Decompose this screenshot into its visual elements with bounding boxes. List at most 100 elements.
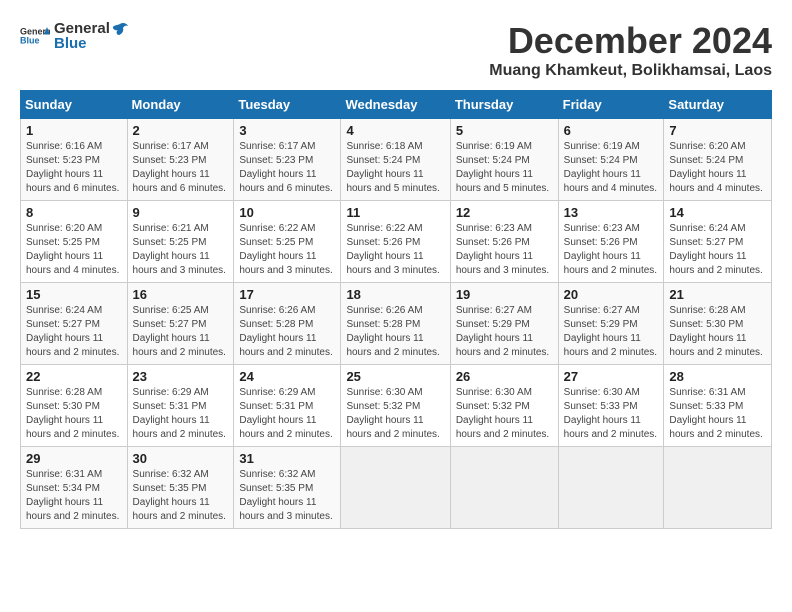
calendar-day-cell: 3 Sunrise: 6:17 AM Sunset: 5:23 PM Dayli… — [234, 119, 341, 201]
calendar-day-cell: 27 Sunrise: 6:30 AM Sunset: 5:33 PM Dayl… — [558, 365, 664, 447]
day-number: 31 — [239, 451, 335, 466]
logo-blue: Blue — [54, 35, 130, 52]
calendar-day-cell — [558, 447, 664, 529]
calendar-day-cell: 18 Sunrise: 6:26 AM Sunset: 5:28 PM Dayl… — [341, 283, 450, 365]
day-number: 23 — [133, 369, 229, 384]
calendar-day-cell: 23 Sunrise: 6:29 AM Sunset: 5:31 PM Dayl… — [127, 365, 234, 447]
day-number: 21 — [669, 287, 766, 302]
calendar-day-cell: 12 Sunrise: 6:23 AM Sunset: 5:26 PM Dayl… — [450, 201, 558, 283]
day-number: 8 — [26, 205, 122, 220]
calendar-week-row: 1 Sunrise: 6:16 AM Sunset: 5:23 PM Dayli… — [21, 119, 772, 201]
calendar-day-cell: 24 Sunrise: 6:29 AM Sunset: 5:31 PM Dayl… — [234, 365, 341, 447]
day-number: 3 — [239, 123, 335, 138]
calendar-day-cell: 28 Sunrise: 6:31 AM Sunset: 5:33 PM Dayl… — [664, 365, 772, 447]
day-info: Sunrise: 6:29 AM Sunset: 5:31 PM Dayligh… — [133, 386, 229, 442]
day-number: 27 — [564, 369, 659, 384]
day-info: Sunrise: 6:23 AM Sunset: 5:26 PM Dayligh… — [456, 222, 553, 278]
day-number: 16 — [133, 287, 229, 302]
header-tuesday: Tuesday — [234, 91, 341, 119]
calendar-day-cell: 14 Sunrise: 6:24 AM Sunset: 5:27 PM Dayl… — [664, 201, 772, 283]
day-info: Sunrise: 6:28 AM Sunset: 5:30 PM Dayligh… — [26, 386, 122, 442]
day-number: 15 — [26, 287, 122, 302]
calendar-day-cell: 15 Sunrise: 6:24 AM Sunset: 5:27 PM Dayl… — [21, 283, 128, 365]
calendar-day-cell: 29 Sunrise: 6:31 AM Sunset: 5:34 PM Dayl… — [21, 447, 128, 529]
day-number: 30 — [133, 451, 229, 466]
calendar-day-cell: 20 Sunrise: 6:27 AM Sunset: 5:29 PM Dayl… — [558, 283, 664, 365]
calendar-day-cell: 11 Sunrise: 6:22 AM Sunset: 5:26 PM Dayl… — [341, 201, 450, 283]
calendar-week-row: 8 Sunrise: 6:20 AM Sunset: 5:25 PM Dayli… — [21, 201, 772, 283]
day-number: 25 — [346, 369, 444, 384]
calendar-day-cell — [664, 447, 772, 529]
calendar-day-cell — [450, 447, 558, 529]
day-number: 11 — [346, 205, 444, 220]
day-number: 18 — [346, 287, 444, 302]
day-info: Sunrise: 6:19 AM Sunset: 5:24 PM Dayligh… — [564, 140, 659, 196]
day-info: Sunrise: 6:31 AM Sunset: 5:33 PM Dayligh… — [669, 386, 766, 442]
calendar-day-cell: 8 Sunrise: 6:20 AM Sunset: 5:25 PM Dayli… — [21, 201, 128, 283]
page-header: General Blue General Blue December 2024 … — [20, 20, 772, 80]
calendar-day-cell: 1 Sunrise: 6:16 AM Sunset: 5:23 PM Dayli… — [21, 119, 128, 201]
day-number: 14 — [669, 205, 766, 220]
header-saturday: Saturday — [664, 91, 772, 119]
day-number: 6 — [564, 123, 659, 138]
calendar-day-cell: 25 Sunrise: 6:30 AM Sunset: 5:32 PM Dayl… — [341, 365, 450, 447]
calendar-week-row: 15 Sunrise: 6:24 AM Sunset: 5:27 PM Dayl… — [21, 283, 772, 365]
calendar-day-cell: 19 Sunrise: 6:27 AM Sunset: 5:29 PM Dayl… — [450, 283, 558, 365]
logo: General Blue General Blue — [20, 20, 130, 52]
day-info: Sunrise: 6:22 AM Sunset: 5:25 PM Dayligh… — [239, 222, 335, 278]
day-number: 13 — [564, 205, 659, 220]
calendar-table: Sunday Monday Tuesday Wednesday Thursday… — [20, 90, 772, 529]
header-sunday: Sunday — [21, 91, 128, 119]
location-title: Muang Khamkeut, Bolikhamsai, Laos — [489, 62, 772, 80]
day-number: 7 — [669, 123, 766, 138]
day-info: Sunrise: 6:20 AM Sunset: 5:24 PM Dayligh… — [669, 140, 766, 196]
calendar-day-cell: 22 Sunrise: 6:28 AM Sunset: 5:30 PM Dayl… — [21, 365, 128, 447]
day-number: 10 — [239, 205, 335, 220]
day-info: Sunrise: 6:30 AM Sunset: 5:32 PM Dayligh… — [346, 386, 444, 442]
day-number: 20 — [564, 287, 659, 302]
day-info: Sunrise: 6:17 AM Sunset: 5:23 PM Dayligh… — [133, 140, 229, 196]
day-info: Sunrise: 6:26 AM Sunset: 5:28 PM Dayligh… — [239, 304, 335, 360]
day-info: Sunrise: 6:16 AM Sunset: 5:23 PM Dayligh… — [26, 140, 122, 196]
day-info: Sunrise: 6:19 AM Sunset: 5:24 PM Dayligh… — [456, 140, 553, 196]
calendar-day-cell: 13 Sunrise: 6:23 AM Sunset: 5:26 PM Dayl… — [558, 201, 664, 283]
calendar-day-cell: 4 Sunrise: 6:18 AM Sunset: 5:24 PM Dayli… — [341, 119, 450, 201]
calendar-day-cell: 30 Sunrise: 6:32 AM Sunset: 5:35 PM Dayl… — [127, 447, 234, 529]
calendar-day-cell: 2 Sunrise: 6:17 AM Sunset: 5:23 PM Dayli… — [127, 119, 234, 201]
day-number: 19 — [456, 287, 553, 302]
day-info: Sunrise: 6:21 AM Sunset: 5:25 PM Dayligh… — [133, 222, 229, 278]
calendar-day-cell: 7 Sunrise: 6:20 AM Sunset: 5:24 PM Dayli… — [664, 119, 772, 201]
day-info: Sunrise: 6:26 AM Sunset: 5:28 PM Dayligh… — [346, 304, 444, 360]
logo-icon: General Blue — [20, 24, 50, 48]
day-number: 12 — [456, 205, 553, 220]
header-wednesday: Wednesday — [341, 91, 450, 119]
calendar-day-cell: 26 Sunrise: 6:30 AM Sunset: 5:32 PM Dayl… — [450, 365, 558, 447]
calendar-day-cell: 16 Sunrise: 6:25 AM Sunset: 5:27 PM Dayl… — [127, 283, 234, 365]
month-title: December 2024 — [489, 20, 772, 62]
day-info: Sunrise: 6:20 AM Sunset: 5:25 PM Dayligh… — [26, 222, 122, 278]
title-section: December 2024 Muang Khamkeut, Bolikhamsa… — [489, 20, 772, 80]
day-info: Sunrise: 6:22 AM Sunset: 5:26 PM Dayligh… — [346, 222, 444, 278]
day-info: Sunrise: 6:32 AM Sunset: 5:35 PM Dayligh… — [239, 468, 335, 524]
calendar-day-cell: 31 Sunrise: 6:32 AM Sunset: 5:35 PM Dayl… — [234, 447, 341, 529]
day-info: Sunrise: 6:24 AM Sunset: 5:27 PM Dayligh… — [26, 304, 122, 360]
day-number: 4 — [346, 123, 444, 138]
day-number: 9 — [133, 205, 229, 220]
day-number: 26 — [456, 369, 553, 384]
header-monday: Monday — [127, 91, 234, 119]
day-info: Sunrise: 6:29 AM Sunset: 5:31 PM Dayligh… — [239, 386, 335, 442]
calendar-week-row: 22 Sunrise: 6:28 AM Sunset: 5:30 PM Dayl… — [21, 365, 772, 447]
day-number: 22 — [26, 369, 122, 384]
day-info: Sunrise: 6:30 AM Sunset: 5:32 PM Dayligh… — [456, 386, 553, 442]
day-info: Sunrise: 6:28 AM Sunset: 5:30 PM Dayligh… — [669, 304, 766, 360]
logo-bird-icon — [111, 22, 129, 36]
day-number: 1 — [26, 123, 122, 138]
day-info: Sunrise: 6:31 AM Sunset: 5:34 PM Dayligh… — [26, 468, 122, 524]
day-number: 24 — [239, 369, 335, 384]
day-info: Sunrise: 6:23 AM Sunset: 5:26 PM Dayligh… — [564, 222, 659, 278]
day-info: Sunrise: 6:18 AM Sunset: 5:24 PM Dayligh… — [346, 140, 444, 196]
calendar-day-cell: 9 Sunrise: 6:21 AM Sunset: 5:25 PM Dayli… — [127, 201, 234, 283]
calendar-day-cell: 21 Sunrise: 6:28 AM Sunset: 5:30 PM Dayl… — [664, 283, 772, 365]
day-info: Sunrise: 6:25 AM Sunset: 5:27 PM Dayligh… — [133, 304, 229, 360]
calendar-day-cell — [341, 447, 450, 529]
